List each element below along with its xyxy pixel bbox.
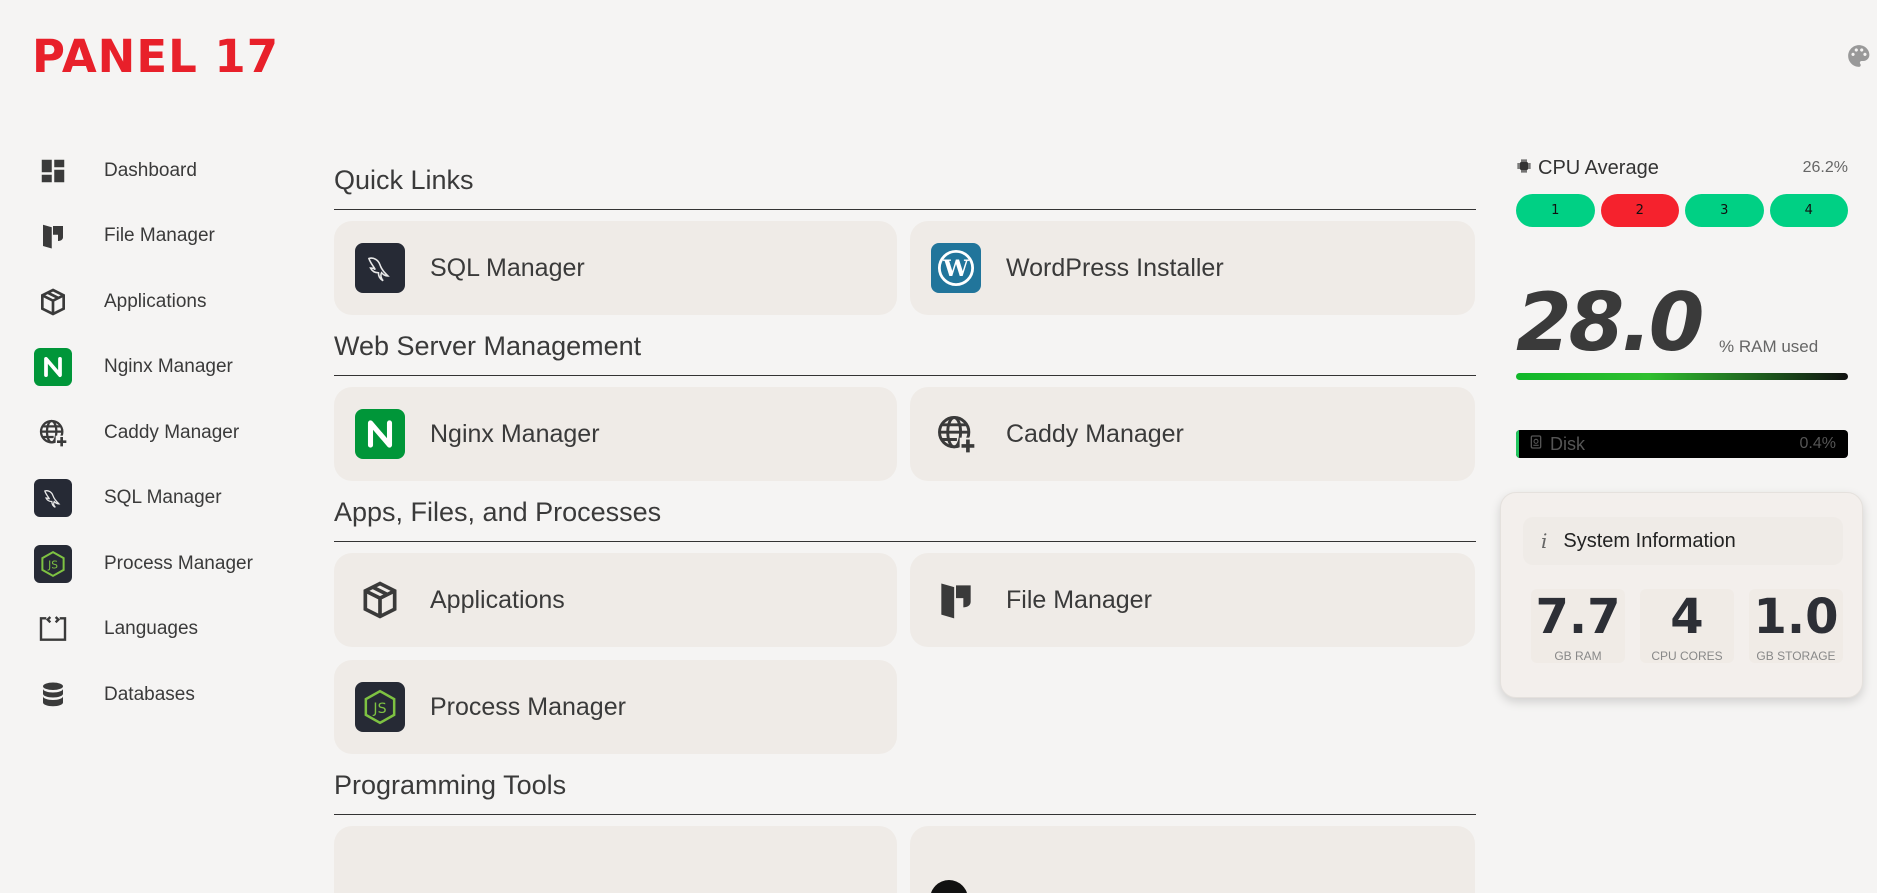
stat-value: 1.0 xyxy=(1753,589,1839,645)
cpu-core-3: 3 xyxy=(1685,194,1764,227)
card-label: Caddy Manager xyxy=(1006,419,1184,448)
card-sql-manager[interactable]: SQL Manager xyxy=(334,221,897,315)
card-grid: Nginx Manager Caddy Manager xyxy=(334,387,1476,481)
stat-label: GB STORAGE xyxy=(1756,649,1836,663)
card-partial[interactable] xyxy=(910,826,1475,893)
info-icon: i xyxy=(1541,529,1548,553)
sidebar-item-label: Applications xyxy=(104,290,207,312)
sidebar-item-label: Nginx Manager xyxy=(104,356,233,378)
card-label: WordPress Installer xyxy=(1006,253,1224,282)
mysql-dolphin-icon xyxy=(355,243,405,293)
sidebar-item-label: SQL Manager xyxy=(104,487,222,509)
sidebar-item-applications[interactable]: Applications xyxy=(34,269,274,335)
sidebar-item-nginx-manager[interactable]: Nginx Manager xyxy=(34,335,274,401)
cpu-value: 26.2% xyxy=(1802,159,1848,176)
sidebar-item-process-manager[interactable]: JS Process Manager xyxy=(34,531,274,597)
ram-progress-fill xyxy=(1516,373,1848,380)
card-label: Applications xyxy=(430,585,565,614)
system-stats: 7.7 GB RAM 4 CPU CORES 1.0 GB STORAGE xyxy=(1531,589,1843,663)
ram-unit: % RAM used xyxy=(1719,337,1819,356)
cpu-cores: 1234 xyxy=(1516,194,1848,227)
section-title-quick-links: Quick Links xyxy=(334,160,1476,210)
cpu-title: CPU Average xyxy=(1538,156,1659,179)
sidebar-item-label: File Manager xyxy=(104,225,215,247)
stat-value: 7.7 xyxy=(1535,589,1621,645)
sidebar-item-label: Caddy Manager xyxy=(104,421,240,443)
nginx-icon xyxy=(34,348,72,387)
sidebar-item-languages[interactable]: Languages xyxy=(34,597,274,663)
card-grid xyxy=(334,826,1476,893)
stat-cpu-cores: 4 CPU CORES xyxy=(1640,589,1734,663)
disk-usage-bar: Disk 0.4% xyxy=(1516,430,1848,458)
stat-ram: 7.7 GB RAM xyxy=(1531,589,1625,663)
mysql-dolphin-icon xyxy=(34,479,72,518)
sidebar-item-label: Dashboard xyxy=(104,159,197,181)
svg-text:JS: JS xyxy=(372,701,386,717)
section-title-web-server: Web Server Management xyxy=(334,326,1476,376)
sidebar-item-file-manager[interactable]: File Manager xyxy=(34,204,274,270)
card-nginx-manager[interactable]: Nginx Manager xyxy=(334,387,897,481)
card-label: File Manager xyxy=(1006,585,1152,614)
disk-label: Disk xyxy=(1550,433,1585,454)
sidebar-item-label: Databases xyxy=(104,683,195,705)
stat-label: CPU CORES xyxy=(1651,649,1723,663)
system-information-title: System Information xyxy=(1563,529,1736,552)
folder-icon xyxy=(931,575,981,625)
card-process-manager[interactable]: JS Process Manager xyxy=(334,660,897,754)
folder-icon xyxy=(34,217,72,255)
sidebar-item-sql-manager[interactable]: SQL Manager xyxy=(34,466,274,532)
sidebar-item-caddy-manager[interactable]: Caddy Manager xyxy=(34,400,274,466)
dashboard-icon xyxy=(34,152,72,190)
database-icon xyxy=(34,676,72,714)
disk-progress-fill xyxy=(1516,430,1520,458)
cpu-core-4: 4 xyxy=(1769,194,1848,227)
code-bracket-icon xyxy=(34,610,72,648)
ram-percent: 28.0 xyxy=(1516,276,1704,369)
card-caddy-manager[interactable]: Caddy Manager xyxy=(910,387,1475,481)
card-file-manager[interactable]: File Manager xyxy=(910,553,1475,647)
stat-label: GB RAM xyxy=(1554,649,1602,663)
box-icon xyxy=(34,283,72,321)
sidebar-item-databases[interactable]: Databases xyxy=(34,662,274,728)
cpu-chip-icon xyxy=(1516,158,1532,179)
card-label: Nginx Manager xyxy=(430,419,600,448)
card-partial[interactable] xyxy=(334,826,897,893)
box-icon xyxy=(355,575,405,625)
card-grid: Applications File Manager JS Process Man… xyxy=(334,553,1476,754)
svg-text:JS: JS xyxy=(47,558,58,571)
nginx-icon xyxy=(355,409,405,459)
system-information-card: i System Information 7.7 GB RAM 4 CPU CO… xyxy=(1500,492,1863,698)
sidebar: Dashboard File Manager Applications Ngin… xyxy=(34,138,274,728)
hard-drive-icon xyxy=(1528,434,1544,455)
system-information-header: i System Information xyxy=(1523,517,1843,565)
sidebar-item-dashboard[interactable]: Dashboard xyxy=(34,138,274,204)
sidebar-item-label: Languages xyxy=(104,618,199,640)
card-grid: SQL Manager W WordPress Installer xyxy=(334,221,1476,315)
cpu-average: CPU Average 26.2% xyxy=(1516,155,1848,181)
card-label: SQL Manager xyxy=(430,253,585,282)
disk-value: 0.4% xyxy=(1799,435,1836,452)
cpu-core-1: 1 xyxy=(1516,194,1595,227)
palette-icon[interactable] xyxy=(1846,43,1872,69)
stat-value: 4 xyxy=(1670,589,1704,645)
card-label: Process Manager xyxy=(430,692,626,721)
app-logo[interactable]: PANEL 17 xyxy=(32,30,279,83)
globe-plus-icon xyxy=(931,409,981,459)
section-title-apps-files-processes: Apps, Files, and Processes xyxy=(334,492,1476,542)
cpu-core-2: 2 xyxy=(1600,194,1679,227)
nodejs-icon: JS xyxy=(34,544,72,583)
svg-text:W: W xyxy=(942,256,969,282)
ram-progress-bar xyxy=(1516,373,1848,380)
section-title-programming-tools: Programming Tools xyxy=(334,765,1476,815)
card-wordpress-installer[interactable]: W WordPress Installer xyxy=(910,221,1475,315)
main-content: Quick Links SQL Manager W WordPress Inst… xyxy=(334,160,1476,893)
stat-storage: 1.0 GB STORAGE xyxy=(1749,589,1843,663)
wordpress-icon: W xyxy=(931,243,981,293)
globe-plus-icon xyxy=(34,414,72,452)
nodejs-icon: JS xyxy=(355,682,405,732)
card-applications[interactable]: Applications xyxy=(334,553,897,647)
sidebar-item-label: Process Manager xyxy=(104,552,253,574)
